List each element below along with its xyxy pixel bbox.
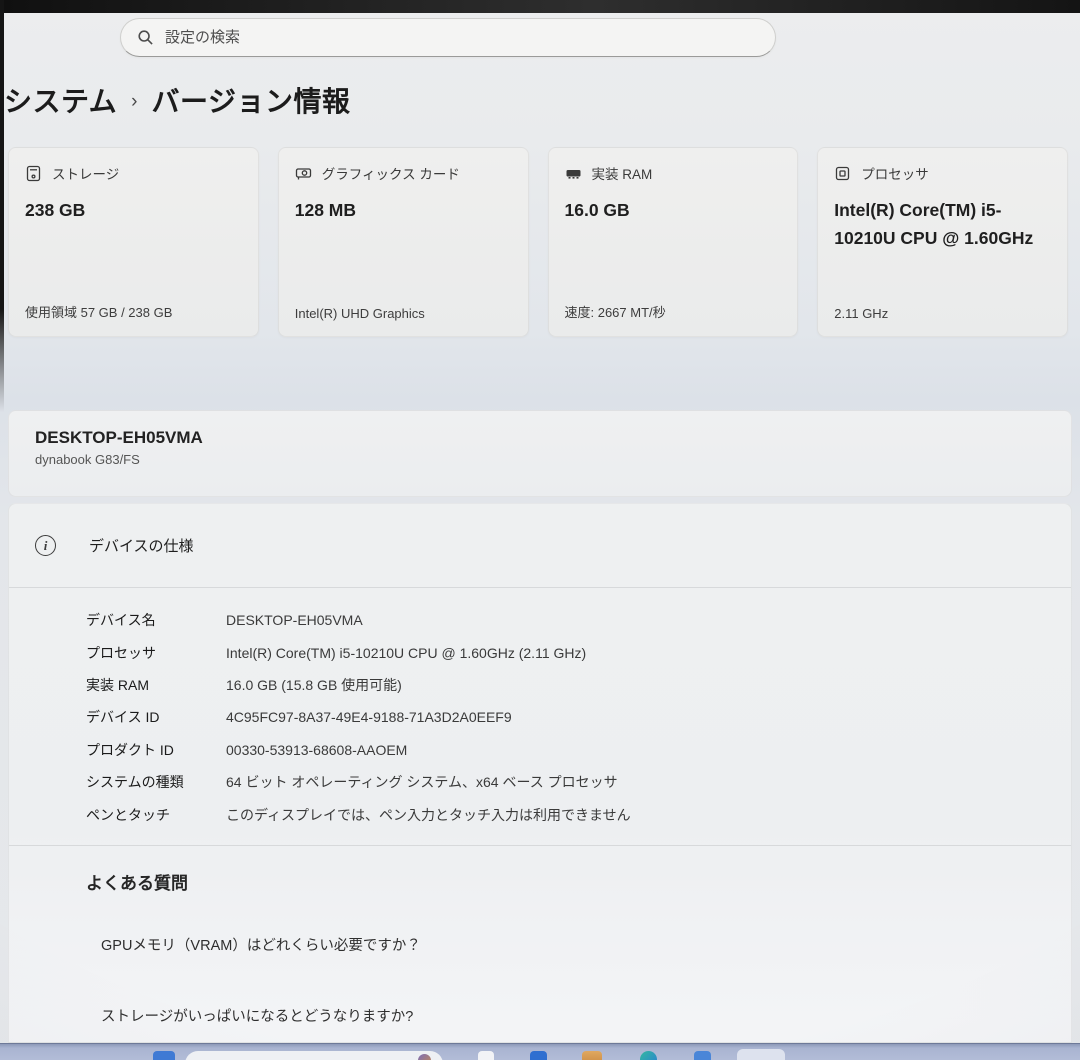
spec-label: プロセッサ — [86, 643, 226, 663]
search-icon — [137, 29, 154, 46]
bing-search-icon — [418, 1054, 431, 1060]
chevron-right-icon: › — [131, 88, 137, 113]
info-icon: i — [35, 535, 56, 556]
spec-row-pen-touch: ペンとタッチ このディスプレイでは、ペン入力とタッチ入力は利用できません — [86, 798, 1071, 830]
screen-bezel-left — [0, 0, 4, 412]
file-explorer-icon[interactable] — [582, 1051, 602, 1060]
search-box[interactable] — [120, 18, 776, 57]
device-specs-panel: i デバイスの仕様 デバイス名 DESKTOP-EH05VMA プロセッサ In… — [8, 503, 1072, 1043]
device-model: dynabook G83/FS — [35, 452, 1045, 467]
card-footer: 使用領域 57 GB / 238 GB — [25, 302, 242, 321]
card-value: 16.0 GB — [565, 196, 782, 224]
spec-value: 64 ビット オペレーティング システム、x64 ベース プロセッサ — [226, 772, 618, 792]
faq-question-vram[interactable]: GPUメモリ（VRAM）はどれくらい必要ですか？ — [101, 934, 1071, 955]
screen-bezel-top — [0, 0, 1080, 13]
card-footer: Intel(R) UHD Graphics — [295, 306, 512, 321]
storage-icon — [25, 165, 42, 182]
card-footer: 速度: 2667 MT/秒 — [565, 302, 782, 321]
spec-label: デバイス名 — [86, 610, 226, 630]
task-view-icon[interactable] — [478, 1051, 494, 1060]
spec-row-device-id: デバイス ID 4C95FC97-8A37-49E4-9188-71A3D2A0… — [86, 701, 1071, 733]
graphics-card-icon — [295, 165, 312, 182]
spec-label: 実装 RAM — [86, 675, 226, 695]
breadcrumb: システム › バージョン情報 — [4, 80, 350, 120]
page-title: バージョン情報 — [152, 80, 351, 120]
card-storage: ストレージ 238 GB 使用領域 57 GB / 238 GB — [8, 147, 259, 337]
spec-value: 16.0 GB (15.8 GB 使用可能) — [226, 675, 402, 695]
taskbar — [0, 1043, 1080, 1060]
card-title: 実装 RAM — [592, 163, 653, 183]
spec-label: デバイス ID — [86, 707, 226, 727]
taskbar-app-icon[interactable] — [530, 1051, 547, 1060]
card-title: ストレージ — [52, 163, 119, 183]
ram-icon — [565, 165, 582, 182]
card-footer: 2.11 GHz — [834, 306, 1051, 321]
spec-row-processor: プロセッサ Intel(R) Core(TM) i5-10210U CPU @ … — [86, 636, 1071, 668]
summary-cards: ストレージ 238 GB 使用領域 57 GB / 238 GB グラフィックス… — [8, 147, 1068, 337]
card-value: 238 GB — [25, 196, 242, 224]
spec-value: このディスプレイでは、ペン入力とタッチ入力は利用できません — [226, 805, 631, 825]
card-graphics: グラフィックス カード 128 MB Intel(R) UHD Graphics — [278, 147, 529, 337]
card-value: 128 MB — [295, 196, 512, 224]
cpu-icon — [834, 165, 851, 182]
spec-rows: デバイス名 DESKTOP-EH05VMA プロセッサ Intel(R) Cor… — [9, 588, 1071, 845]
device-name: DESKTOP-EH05VMA — [35, 428, 1045, 448]
divider — [9, 845, 1071, 846]
device-specs-header[interactable]: i デバイスの仕様 — [9, 504, 1071, 587]
spec-value: DESKTOP-EH05VMA — [226, 612, 363, 628]
spec-row-device-name: デバイス名 DESKTOP-EH05VMA — [86, 604, 1071, 636]
spec-value: Intel(R) Core(TM) i5-10210U CPU @ 1.60GH… — [226, 645, 586, 661]
spec-row-system-type: システムの種類 64 ビット オペレーティング システム、x64 ベース プロセ… — [86, 766, 1071, 798]
card-ram: 実装 RAM 16.0 GB 速度: 2667 MT/秒 — [548, 147, 799, 337]
device-specs-title: デバイスの仕様 — [89, 535, 194, 556]
taskbar-search-box[interactable] — [185, 1051, 443, 1060]
faq-question-storage[interactable]: ストレージがいっぱいになるとどうなりますか? — [101, 1005, 1071, 1026]
spec-label: ペンとタッチ — [86, 805, 226, 825]
faq-title: よくある質問 — [86, 869, 1071, 894]
card-processor: プロセッサ Intel(R) Core(TM) i5-10210U CPU @ … — [817, 147, 1068, 337]
active-app-button[interactable] — [737, 1049, 785, 1060]
spec-row-product-id: プロダクト ID 00330-53913-68608-AAOEM — [86, 734, 1071, 766]
search-input[interactable] — [165, 29, 759, 46]
card-title: グラフィックス カード — [322, 163, 460, 183]
settings-search — [120, 18, 776, 57]
breadcrumb-system[interactable]: システム — [4, 80, 117, 120]
card-value: Intel(R) Core(TM) i5-10210U CPU @ 1.60GH… — [834, 196, 1051, 252]
spec-label: プロダクト ID — [86, 740, 226, 760]
card-title: プロセッサ — [861, 163, 929, 183]
edge-browser-icon[interactable] — [640, 1051, 657, 1060]
spec-row-ram: 実装 RAM 16.0 GB (15.8 GB 使用可能) — [86, 669, 1071, 701]
spec-value: 4C95FC97-8A37-49E4-9188-71A3D2A0EEF9 — [226, 709, 512, 725]
start-button-icon[interactable] — [153, 1051, 175, 1060]
spec-label: システムの種類 — [86, 772, 226, 792]
device-name-card: DESKTOP-EH05VMA dynabook G83/FS — [8, 410, 1072, 497]
taskbar-app-icon[interactable] — [694, 1051, 711, 1060]
spec-value: 00330-53913-68608-AAOEM — [226, 742, 407, 758]
